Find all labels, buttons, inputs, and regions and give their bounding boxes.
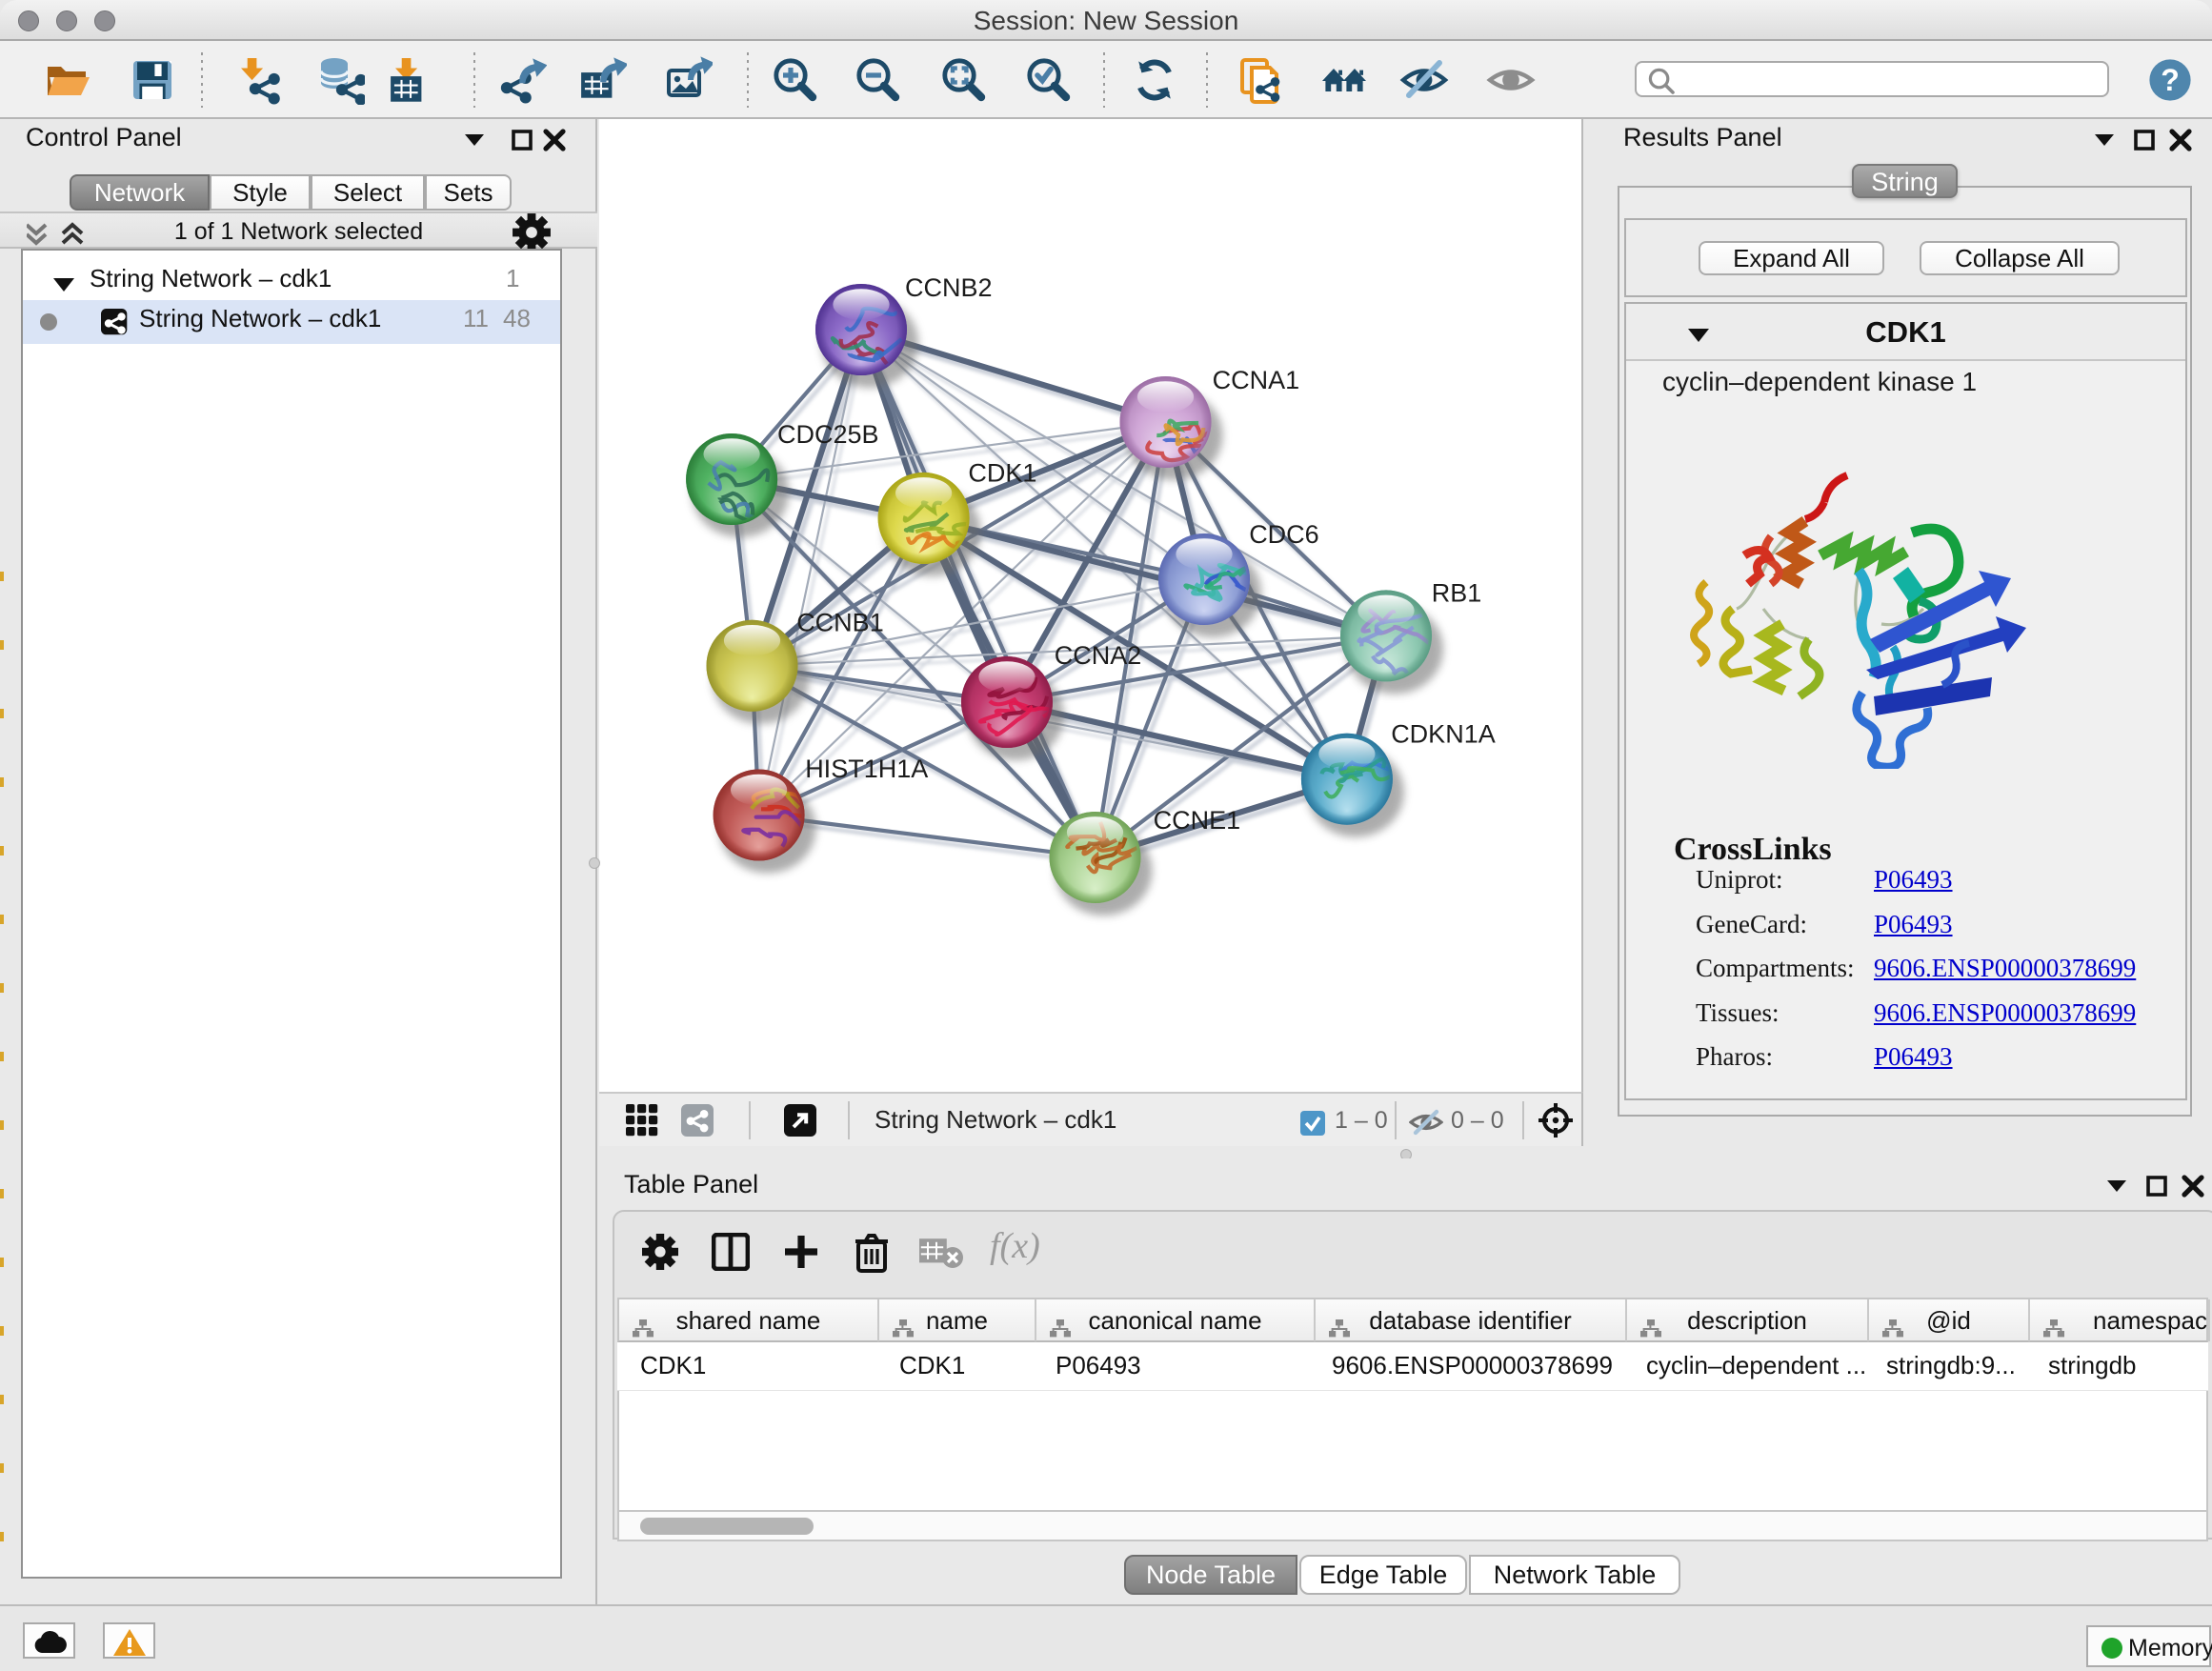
svg-text:CCNB1: CCNB1: [796, 609, 884, 637]
svg-text:CCNE1: CCNE1: [1154, 806, 1241, 835]
svg-text:CCNB2: CCNB2: [905, 273, 993, 302]
svg-text:CDC6: CDC6: [1249, 520, 1319, 549]
svg-text:CDK1: CDK1: [968, 458, 1036, 487]
svg-text:CDKN1A: CDKN1A: [1391, 720, 1496, 749]
svg-text:CDC25B: CDC25B: [777, 420, 879, 449]
svg-text:HIST1H1A: HIST1H1A: [805, 755, 928, 783]
svg-text:CCNA2: CCNA2: [1055, 641, 1142, 670]
svg-text:RB1: RB1: [1432, 579, 1482, 608]
svg-text:?: ?: [2161, 63, 2180, 97]
svg-text:CCNA1: CCNA1: [1213, 366, 1300, 394]
